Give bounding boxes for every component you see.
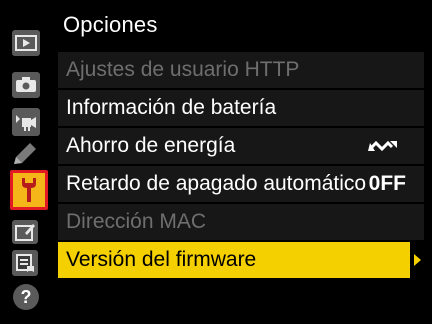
menu-item-label: Dirección MAC [66, 210, 207, 233]
page-title: Opciones [63, 12, 158, 37]
menu-item-label: Ahorro de energía [66, 134, 236, 157]
options-menu-list: Ajustes de usuario HTTP Información de b… [58, 52, 424, 280]
camera-menu-screen: ? Opciones Ajustes de usuario HTTP Infor… [0, 0, 432, 324]
menu-item-auto-power-off-delay[interactable]: Retardo de apagado automático 0FF [58, 166, 424, 202]
movie-shooting-menu-icon[interactable] [12, 108, 40, 136]
retouch-menu-icon[interactable] [12, 220, 38, 244]
photo-shooting-menu-icon[interactable] [12, 72, 40, 98]
setup-menu-wrench-icon[interactable] [10, 170, 48, 210]
menu-item-label: Versión del firmware [66, 248, 257, 271]
menu-item-firmware-version[interactable]: Versión del firmware [58, 242, 424, 278]
menu-item-value: 0FF [368, 172, 406, 195]
help-icon[interactable]: ? [13, 284, 39, 310]
my-menu-icon[interactable] [12, 250, 38, 276]
playback-menu-icon[interactable] [12, 30, 40, 56]
custom-settings-pencil-icon[interactable] [12, 142, 38, 166]
menu-item-mac-address: Dirección MAC [58, 204, 424, 240]
help-icon-label: ? [20, 286, 32, 307]
menu-item-energy-saving[interactable]: Ahorro de energía [58, 128, 424, 164]
menu-tab-strip: ? [0, 0, 52, 324]
menu-item-battery-info[interactable]: Información de batería [58, 90, 424, 126]
wave-arrow-icon [368, 137, 398, 160]
right-arrow-icon [410, 242, 424, 278]
menu-item-label: Información de batería [66, 96, 277, 119]
menu-item-label: Ajustes de usuario HTTP [66, 58, 300, 81]
menu-item-http-user-settings: Ajustes de usuario HTTP [58, 52, 424, 88]
menu-item-label: Retardo de apagado automático [66, 172, 367, 195]
